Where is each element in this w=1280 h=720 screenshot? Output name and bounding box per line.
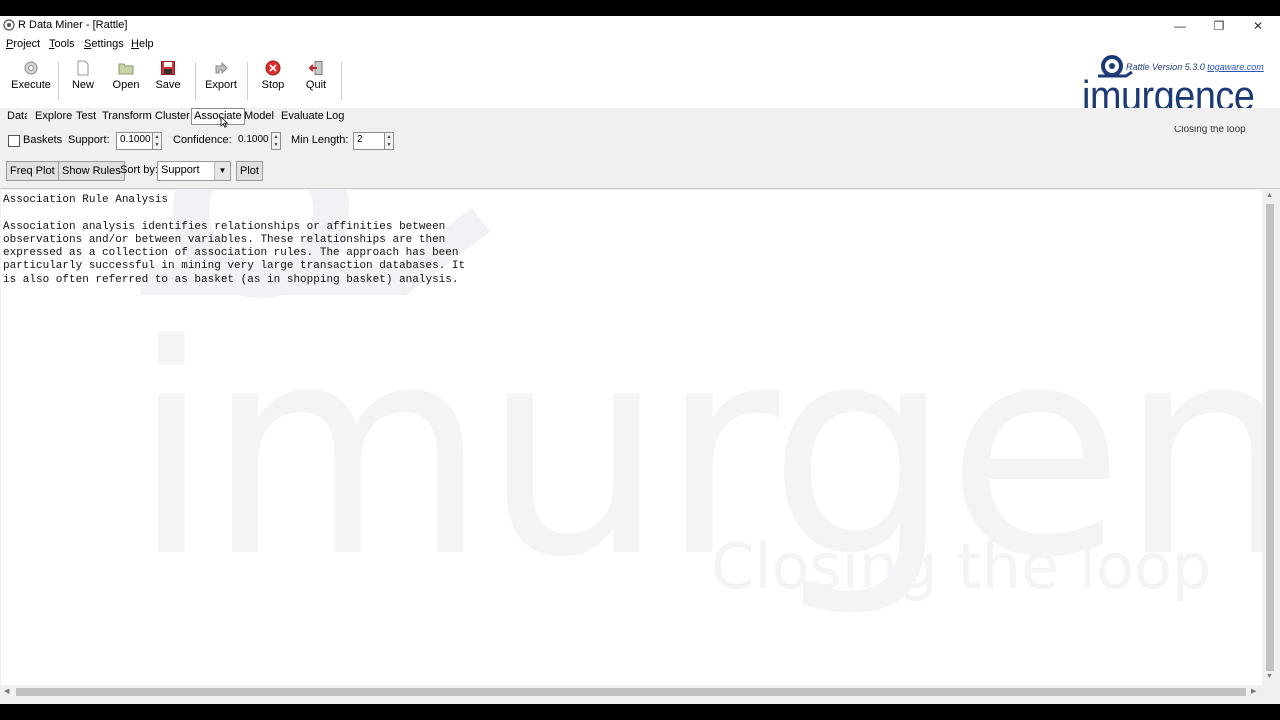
- sort-by-label: Sort by:: [120, 164, 158, 176]
- freq-plot-button[interactable]: Freq Plot: [6, 161, 59, 181]
- scroll-up-icon[interactable]: ▲: [1266, 192, 1273, 199]
- horizontal-scroll-thumb[interactable]: [16, 688, 1246, 696]
- vertical-scroll-thumb[interactable]: [1266, 204, 1274, 671]
- vertical-scrollbar[interactable]: ▲ ▼: [1263, 190, 1277, 685]
- tab-data[interactable]: Data: [5, 109, 27, 124]
- quit-button[interactable]: Quit: [291, 56, 341, 104]
- menu-settings[interactable]: Settings: [84, 38, 124, 50]
- title-bar: R Data Miner - [Rattle] — ❐ ✕: [0, 16, 1280, 36]
- baskets-checkbox[interactable]: [8, 135, 20, 147]
- output-textview[interactable]: imurgence Closing the loop Association R…: [1, 190, 1262, 685]
- togaware-link[interactable]: togaware.com: [1207, 62, 1264, 72]
- tab-transform[interactable]: Transform: [100, 109, 154, 124]
- baskets-label: Baskets: [23, 134, 63, 146]
- quit-icon: [308, 61, 323, 75]
- show-rules-button[interactable]: Show Rules: [58, 161, 125, 181]
- open-icon: [118, 63, 134, 75]
- scroll-left-icon[interactable]: ◀: [4, 687, 9, 695]
- confidence-label: Confidence:: [173, 134, 232, 146]
- save-button[interactable]: Save: [143, 56, 193, 104]
- new-icon: [77, 60, 89, 76]
- export-button[interactable]: Export: [196, 56, 246, 104]
- app-window: R Data Miner - [Rattle] — ❐ ✕ Project To…: [0, 16, 1280, 704]
- notebook-tabs: Data Explore Test Transform Cluster Asso…: [0, 108, 1280, 128]
- tab-cluster[interactable]: Cluster: [153, 109, 192, 124]
- association-actions: Freq Plot Show Rules Sort by: Support ▼ …: [0, 154, 1280, 189]
- min-length-label: Min Length:: [291, 134, 349, 146]
- stop-icon: [265, 60, 281, 76]
- plot-button[interactable]: Plot: [236, 161, 263, 181]
- confidence-spin-arrows[interactable]: ▲ ▼: [271, 132, 281, 150]
- tab-explore[interactable]: Explore: [33, 109, 74, 124]
- tab-test[interactable]: Test: [74, 109, 98, 124]
- sort-by-select[interactable]: Support ▼: [157, 161, 231, 181]
- toolbar-separator: [341, 62, 342, 100]
- menu-help[interactable]: Help: [131, 38, 154, 50]
- support-label: Support:: [68, 134, 110, 146]
- export-icon: [215, 61, 228, 75]
- support-spin-arrows[interactable]: ▲ ▼: [152, 132, 162, 150]
- association-options: Baskets Support: 0.1000 ▲ ▼ Confidence: 0…: [0, 126, 1280, 154]
- confidence-spinner[interactable]: 0.1000 ▲ ▼: [238, 132, 282, 150]
- execute-icon: [24, 61, 38, 75]
- horizontal-scrollbar[interactable]: ◀ ▶: [1, 685, 1263, 699]
- menu-project[interactable]: Project: [6, 38, 40, 50]
- tab-evaluate[interactable]: Evaluate: [279, 109, 326, 124]
- chevron-down-icon[interactable]: ▼: [214, 162, 230, 180]
- rattle-version: Rattle Version 5.3.0 togaware.com: [1126, 62, 1264, 72]
- tab-log[interactable]: Log: [324, 109, 346, 124]
- menu-tools[interactable]: Tools: [49, 38, 75, 50]
- scroll-right-icon[interactable]: ▶: [1251, 687, 1256, 695]
- scroll-down-icon[interactable]: ▼: [1266, 673, 1273, 680]
- restore-button[interactable]: ❐: [1199, 16, 1239, 36]
- support-spinner[interactable]: 0.1000 ▲ ▼: [116, 132, 162, 150]
- status-bar: [0, 699, 1280, 704]
- tab-associate[interactable]: Associate: [191, 108, 245, 125]
- toolbar: Execute New Open Save Export Stop Quit R…: [0, 54, 1280, 135]
- close-button[interactable]: ✕: [1238, 16, 1278, 36]
- association-analysis-text: Association Rule Analysis Association an…: [3, 194, 466, 286]
- tab-model[interactable]: Model: [242, 109, 276, 124]
- window-title: R Data Miner - [Rattle]: [18, 19, 128, 31]
- menu-bar: Project Tools Settings Help: [0, 36, 1280, 54]
- minimize-button[interactable]: —: [1160, 16, 1200, 36]
- save-icon: [161, 61, 175, 75]
- min-length-spin-arrows[interactable]: ▲ ▼: [384, 132, 394, 150]
- execute-button[interactable]: Execute: [6, 56, 56, 104]
- min-length-spinner[interactable]: 2 ▲ ▼: [353, 132, 394, 150]
- rattle-app-icon: [3, 19, 15, 31]
- watermark-tagline: Closing the loop: [711, 530, 1212, 603]
